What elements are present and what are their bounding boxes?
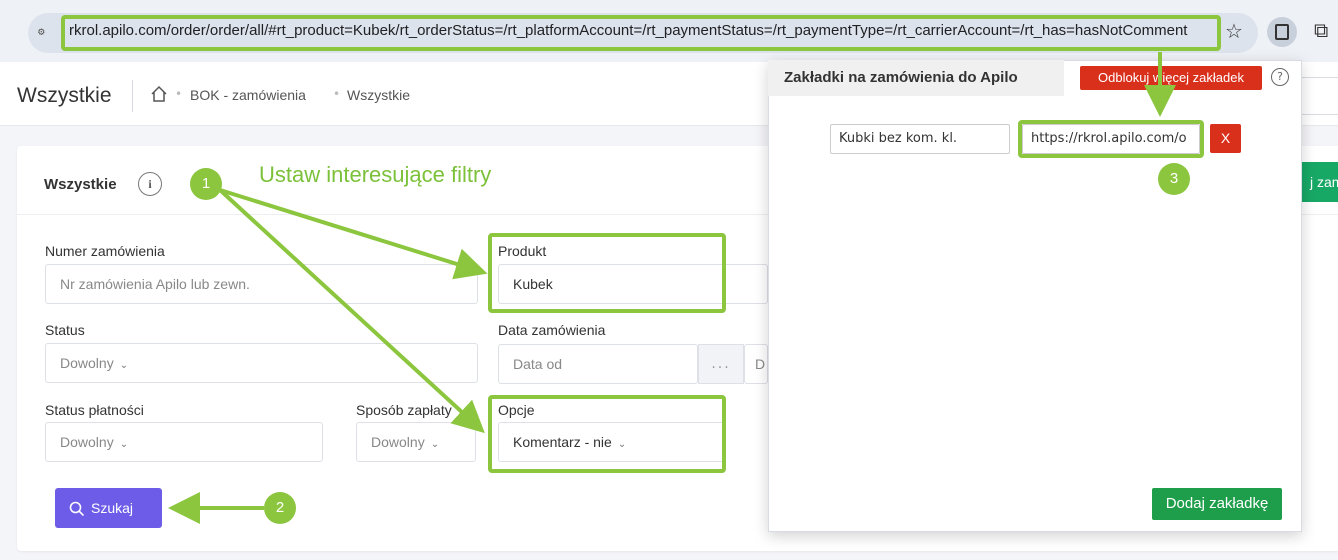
payment-status-value: Dowolny [60,434,114,450]
date-from-input[interactable]: Data od [498,344,698,384]
step-badge-3: 3 [1158,163,1190,195]
chevron-down-icon: ⌄ [119,360,129,371]
product-highlight [488,233,726,313]
card-title: Wszystkie [44,176,117,193]
payment-method-select[interactable]: Dowolny ⌄ [356,422,476,462]
search-button-label: Szukaj [91,500,134,516]
url-highlight [61,15,1221,51]
star-icon[interactable]: ☆ [1225,19,1243,43]
unlock-more-bookmarks-button[interactable]: Odblokuj więcej zakładek [1080,66,1262,90]
info-icon[interactable]: i [138,172,162,196]
chevron-down-icon: ⌄ [119,439,129,450]
step-badge-2: 2 [264,492,296,524]
payment-method-label: Sposób zapłaty [356,402,452,418]
breadcrumb-bok[interactable]: BOK - zamówienia [190,87,306,103]
payment-status-select[interactable]: Dowolny ⌄ [45,422,323,462]
date-picker-button[interactable]: ... [698,344,744,384]
delete-bookmark-button[interactable]: X [1210,124,1241,153]
payment-status-label: Status płatności [45,402,144,418]
bookmark-url-highlight [1018,120,1204,158]
search-icon [69,501,85,517]
home-icon[interactable] [149,84,169,104]
status-label: Status [45,322,85,338]
site-settings-icon[interactable]: ⚙ [38,25,56,39]
header-search-input[interactable] [1298,77,1338,115]
breadcrumb-separator: • [333,87,341,101]
add-bookmark-button[interactable]: Dodaj zakładkę [1152,488,1282,520]
breadcrumb-separator: • [175,87,183,101]
popup-title: Zakładki na zamówienia do Apilo [768,60,1064,96]
order-number-label: Numer zamówienia [45,243,165,259]
add-order-button[interactable]: j zam [1298,162,1338,202]
extension-icon[interactable] [1267,17,1297,47]
page-title: Wszystkie [17,84,112,107]
status-value: Dowolny [60,355,114,371]
step-badge-1: 1 [190,168,222,200]
breadcrumb-current: Wszystkie [347,87,410,103]
date-to-input[interactable]: D [744,344,768,384]
bookmark-name-input[interactable]: Kubki bez kom. kl. [830,124,1010,154]
puzzle-icon[interactable]: ⧉ [1314,18,1328,42]
payment-method-value: Dowolny [371,434,425,450]
order-number-input[interactable]: Nr zamówienia Apilo lub zewn. [45,264,478,304]
order-date-label: Data zamówienia [498,322,606,338]
chevron-down-icon: ⌄ [430,439,440,450]
search-button[interactable]: Szukaj [55,488,162,528]
status-select[interactable]: Dowolny ⌄ [45,343,478,383]
options-highlight [488,395,726,473]
header-divider [132,80,133,112]
annotation-text: Ustaw interesujące filtry [259,162,492,187]
help-icon[interactable]: ? [1271,68,1289,86]
